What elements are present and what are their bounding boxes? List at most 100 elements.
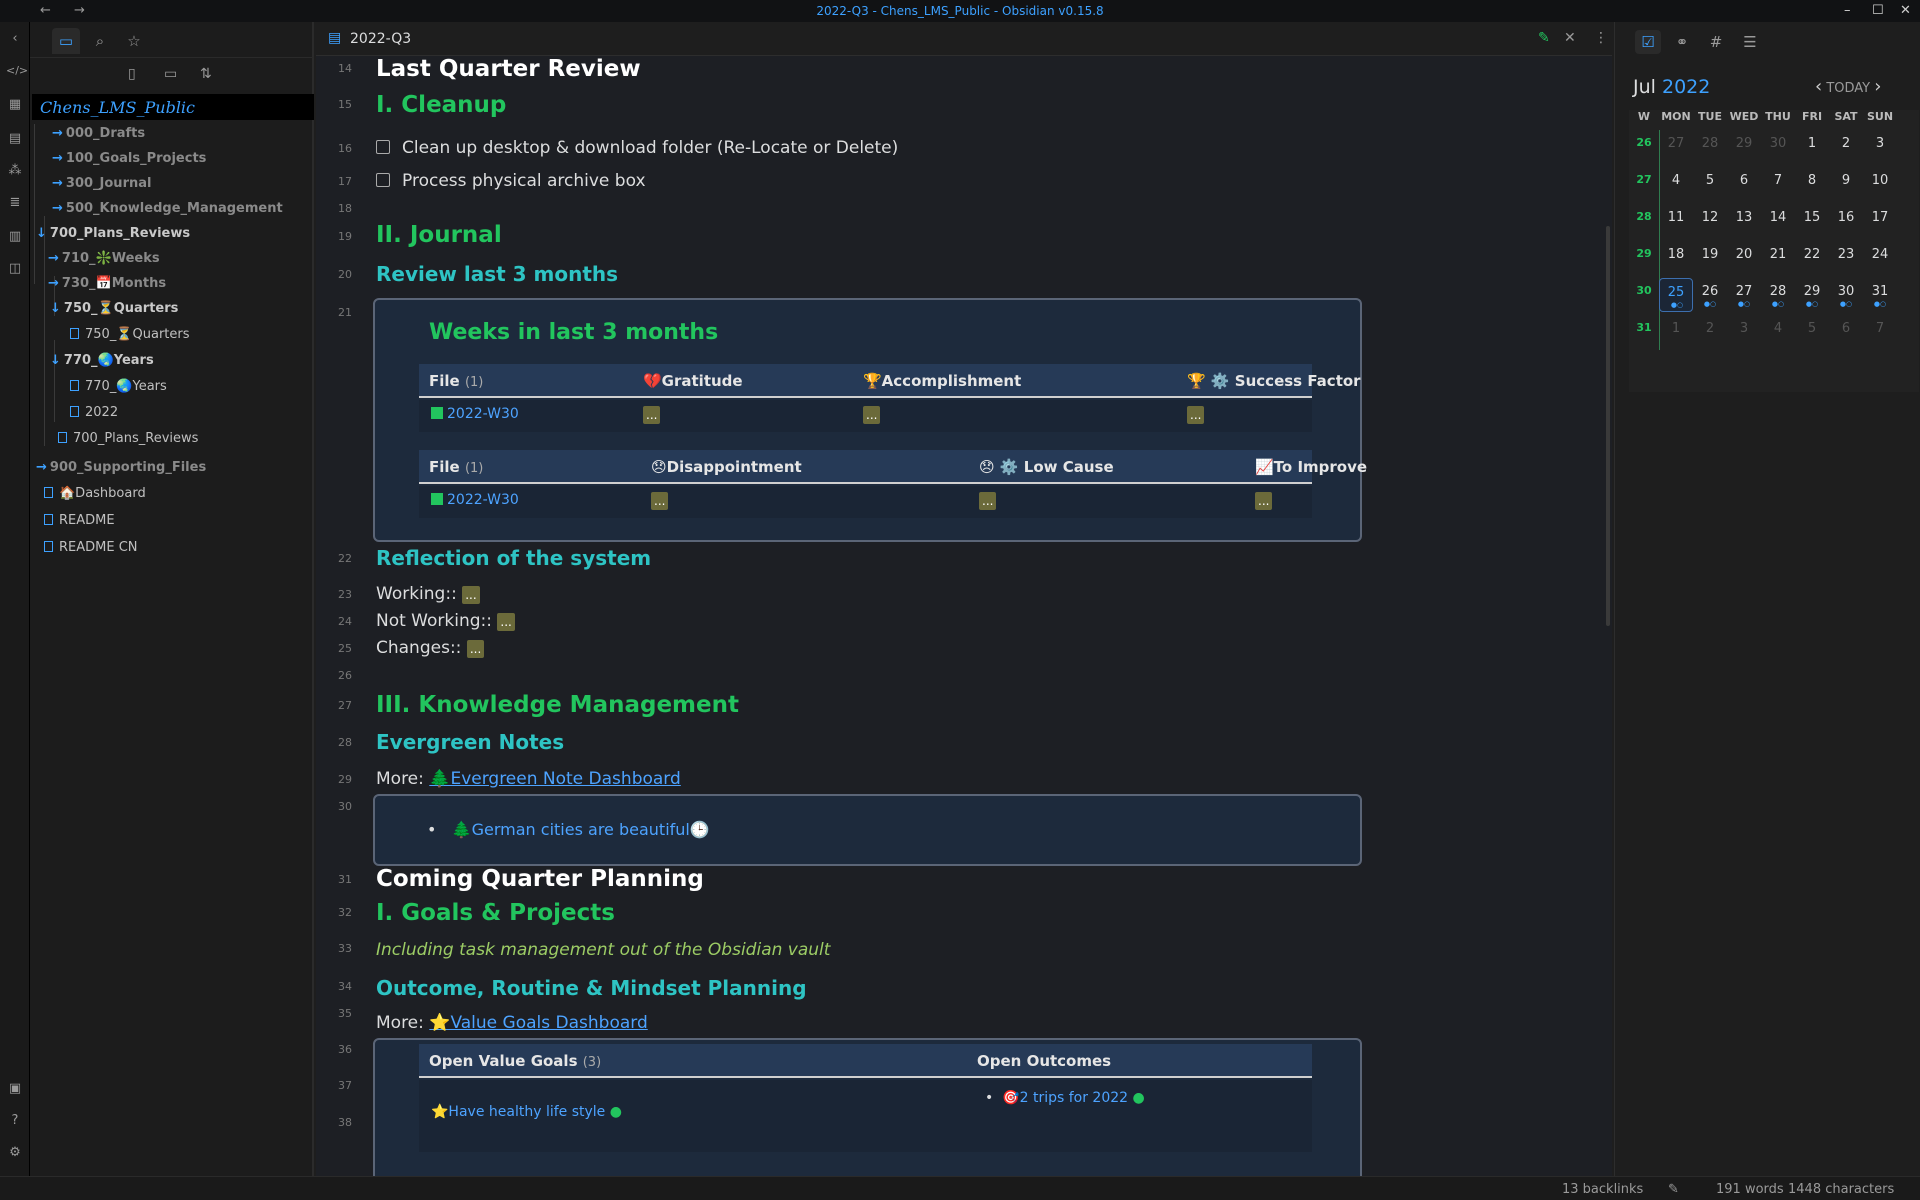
tree-item-knowledge-management[interactable]: → 500_Knowledge_Management: [52, 201, 283, 216]
help-icon[interactable]: ?: [6, 1112, 24, 1130]
backlinks-count[interactable]: 13 backlinks: [1562, 1182, 1643, 1197]
collapse-icon[interactable]: ‹: [6, 30, 24, 48]
code-icon[interactable]: </>: [6, 62, 28, 80]
column-header[interactable]: Open Outcomes: [977, 1052, 1111, 1070]
task-item[interactable]: Process physical archive box: [376, 171, 646, 191]
tree-item-readme[interactable]: README: [44, 513, 115, 528]
tree-item-goals-projects[interactable]: → 100_Goals_Projects: [52, 151, 206, 166]
calendar-day[interactable]: 18: [1659, 241, 1693, 275]
table-icon[interactable]: ▥: [6, 228, 24, 246]
calendar-day[interactable]: 5: [1795, 315, 1829, 349]
star-icon[interactable]: ☆: [120, 28, 148, 54]
column-header[interactable]: 📈To Improve: [1255, 458, 1367, 476]
edit-pencil-icon[interactable]: ✎: [1538, 30, 1550, 46]
calendar-day[interactable]: 6: [1829, 315, 1863, 349]
calendar-day[interactable]: 1: [1659, 315, 1693, 349]
calendar-day[interactable]: 20: [1727, 241, 1761, 275]
column-header[interactable]: File (1): [429, 372, 483, 390]
calendar-week-number[interactable]: 28: [1629, 210, 1659, 223]
column-header[interactable]: 🏆Accomplishment: [863, 372, 1021, 390]
tree-item-readme-cn[interactable]: README CN: [44, 540, 138, 555]
tree-item-weeks[interactable]: → 710_❇️Weeks: [48, 251, 160, 266]
calendar-day[interactable]: 31 ●○: [1863, 278, 1897, 312]
task-checkbox[interactable]: [376, 173, 390, 187]
close-window-button[interactable]: ✕: [1900, 3, 1911, 18]
calendar-day[interactable]: 11: [1659, 204, 1693, 238]
calendar-day[interactable]: 17: [1863, 204, 1897, 238]
calendar-day[interactable]: 23: [1829, 241, 1863, 275]
tree-item-months[interactable]: → 730_📅Months: [48, 276, 166, 291]
calendar-day[interactable]: 28 ●○: [1761, 278, 1795, 312]
calendar-day[interactable]: 15: [1795, 204, 1829, 238]
graph-icon[interactable]: ⁂: [6, 162, 24, 180]
tree-item-years-folder[interactable]: ↓ 770_🌏Years: [50, 353, 154, 368]
note-icon[interactable]: ▤: [6, 130, 24, 148]
backlinks-tab-icon[interactable]: ⚭: [1669, 30, 1695, 54]
file-link[interactable]: 2022-W30: [431, 492, 519, 508]
calendar-day[interactable]: 26 ●○: [1693, 278, 1727, 312]
calendar-day[interactable]: 1: [1795, 130, 1829, 164]
column-header[interactable]: 😞Disappointment: [651, 458, 802, 476]
value-goal-link[interactable]: ⭐Have healthy life style ●: [431, 1104, 622, 1120]
calendar-tab-icon[interactable]: ☑: [1635, 30, 1661, 54]
calendar-day[interactable]: 14: [1761, 204, 1795, 238]
calendar-day[interactable]: 9: [1829, 167, 1863, 201]
file-link[interactable]: 2022-W30: [431, 406, 519, 422]
tree-item-supporting-files[interactable]: → 900_Supporting_Files: [36, 460, 206, 475]
tree-item-plans-reviews[interactable]: ↓ 700_Plans_Reviews: [36, 226, 190, 241]
calendar-day[interactable]: 3: [1863, 130, 1897, 164]
column-header[interactable]: 🏆 ⚙️ Success Factor: [1187, 372, 1361, 390]
calendar-week-number[interactable]: 30: [1629, 284, 1659, 297]
calendar-day[interactable]: 10: [1863, 167, 1897, 201]
folder-icon[interactable]: ▭: [52, 28, 80, 54]
calendar-day[interactable]: 22: [1795, 241, 1829, 275]
calendar-day[interactable]: 16: [1829, 204, 1863, 238]
daily-note-icon[interactable]: ◫: [6, 260, 24, 278]
tree-item-dashboard[interactable]: 🏠Dashboard: [44, 486, 146, 501]
calendar-day[interactable]: 2: [1829, 130, 1863, 164]
calendar-day[interactable]: 12: [1693, 204, 1727, 238]
calendar-day[interactable]: 6: [1727, 167, 1761, 201]
column-header[interactable]: File (1): [429, 458, 483, 476]
calendar-day[interactable]: 3: [1727, 315, 1761, 349]
new-note-icon[interactable]: ▯: [128, 66, 136, 82]
tree-item-quarters-folder[interactable]: ↓ 750_⏳Quarters: [50, 301, 178, 316]
evergreen-dashboard-link[interactable]: 🌲Evergreen Note Dashboard: [429, 769, 681, 789]
calendar-day[interactable]: 4: [1659, 167, 1693, 201]
calendar-day[interactable]: 8: [1795, 167, 1829, 201]
chevron-left-icon[interactable]: ‹: [1815, 76, 1822, 97]
calendar-day[interactable]: 5: [1693, 167, 1727, 201]
vault-name[interactable]: Chens_LMS_Public: [32, 94, 314, 120]
column-header[interactable]: 💔Gratitude: [643, 372, 743, 390]
tree-item-journal[interactable]: → 300_Journal: [52, 176, 151, 191]
stack-icon[interactable]: ≣: [6, 194, 24, 212]
minimize-button[interactable]: –: [1844, 3, 1851, 18]
outline-tab-icon[interactable]: ☰: [1737, 30, 1763, 54]
calendar-day[interactable]: 30 ●○: [1829, 278, 1863, 312]
calendar-day[interactable]: 29 ●○: [1795, 278, 1829, 312]
scrollbar[interactable]: [1606, 226, 1610, 626]
close-note-icon[interactable]: ✕: [1564, 30, 1576, 46]
calendar-day[interactable]: 7: [1761, 167, 1795, 201]
value-goals-dashboard-link[interactable]: ⭐Value Goals Dashboard: [429, 1013, 647, 1033]
note-content[interactable]: 14 15 16 17 18 19 20 21 22 23 24 25 26 2…: [316, 56, 1612, 1176]
more-options-icon[interactable]: ⋮: [1594, 30, 1608, 46]
note-title[interactable]: 2022-Q3: [350, 31, 411, 47]
tags-tab-icon[interactable]: #: [1703, 30, 1729, 54]
task-checkbox[interactable]: [376, 140, 390, 154]
calendar-day[interactable]: 7: [1863, 315, 1897, 349]
chevron-right-icon[interactable]: ›: [1874, 76, 1881, 97]
calendar-day[interactable]: 2: [1693, 315, 1727, 349]
calendar-day[interactable]: 4: [1761, 315, 1795, 349]
column-header[interactable]: 😞 ⚙️ Low Cause: [979, 458, 1114, 476]
tree-item-drafts[interactable]: → 000_Drafts: [52, 126, 145, 141]
calendar-icon[interactable]: ▦: [6, 96, 24, 114]
calendar-day[interactable]: 28: [1693, 130, 1727, 164]
evergreen-note-link[interactable]: 🌲German cities are beautiful: [452, 820, 690, 839]
calendar-day[interactable]: 27: [1659, 130, 1693, 164]
sort-icon[interactable]: ⇅: [200, 66, 212, 82]
calendar-day[interactable]: 25 ●○: [1659, 278, 1693, 312]
calendar-day[interactable]: 13: [1727, 204, 1761, 238]
vault-icon[interactable]: ▣: [6, 1080, 24, 1098]
calendar-week-number[interactable]: 29: [1629, 247, 1659, 260]
